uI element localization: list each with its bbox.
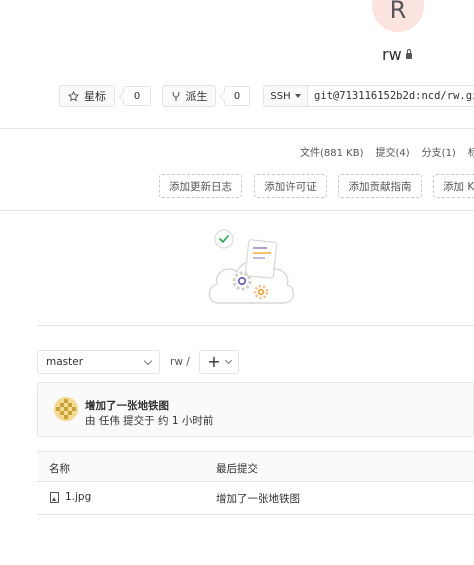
table-row[interactable]: 1.jpg 增加了一张地铁图 xyxy=(37,482,474,515)
stat-files[interactable]: 文件(881 KB) xyxy=(300,144,364,159)
avatar[interactable] xyxy=(54,397,78,421)
fork-label: 派生 xyxy=(185,90,208,103)
stat-tags[interactable]: 标 xyxy=(468,144,474,159)
clone-protocol-label: SSH xyxy=(270,90,291,102)
star-count-value: 0 xyxy=(133,90,141,102)
image-file-icon xyxy=(50,491,59,503)
branch-selector[interactable]: master xyxy=(37,350,160,374)
star-label: 星标 xyxy=(84,90,106,103)
add-license-button[interactable]: 添加许可证 xyxy=(254,174,327,198)
clone-protocol-dropdown[interactable]: SSH xyxy=(263,85,308,107)
commit-title[interactable]: 增加了一张地铁图 xyxy=(85,398,169,413)
project-avatar-letter: R xyxy=(389,0,407,24)
breadcrumb-repo[interactable]: rw xyxy=(170,356,183,368)
stat-commits[interactable]: 提交(4) xyxy=(376,144,410,159)
chevron-down-icon xyxy=(224,356,232,365)
table-header: 名称 最后提交 xyxy=(37,451,474,482)
breadcrumb: rw / xyxy=(170,356,190,368)
divider xyxy=(0,128,474,129)
file-name[interactable]: 1.jpg xyxy=(65,491,91,503)
file-name-cell[interactable]: 1.jpg xyxy=(50,491,91,503)
column-header-last-commit: 最后提交 xyxy=(216,463,258,475)
file-last-commit[interactable]: 增加了一张地铁图 xyxy=(216,491,300,506)
breadcrumb-separator: / xyxy=(186,356,190,368)
project-stats: 文件(881 KB) 提交(4) 分支(1) 标 xyxy=(300,144,474,159)
fork-count-value: 0 xyxy=(233,90,241,102)
empty-repo-illustration xyxy=(208,229,295,304)
star-count[interactable]: 0 xyxy=(123,86,151,106)
caret-down-icon xyxy=(294,94,301,98)
fork-count[interactable]: 0 xyxy=(224,86,250,106)
branch-name: master xyxy=(46,356,84,368)
add-changelog-button[interactable]: 添加更新日志 xyxy=(159,174,242,198)
add-k8s-button[interactable]: 添加 K xyxy=(433,174,474,198)
file-table: 名称 最后提交 1.jpg 增加了一张地铁图 xyxy=(37,451,474,515)
star-button[interactable]: 星标 xyxy=(59,85,115,107)
add-file-dropdown[interactable]: + xyxy=(199,350,239,374)
divider xyxy=(37,325,474,326)
last-commit-panel: 增加了一张地铁图 由 任伟 提交于 约 1 小时前 xyxy=(37,382,474,437)
chevron-down-icon xyxy=(143,356,153,365)
lock-icon xyxy=(405,48,412,59)
add-contributing-button[interactable]: 添加贡献指南 xyxy=(338,174,422,198)
fork-button[interactable]: 派生 xyxy=(162,85,216,107)
column-header-name: 名称 xyxy=(49,463,70,475)
project-avatar: R xyxy=(372,0,424,32)
star-icon xyxy=(68,90,79,101)
clone-url-field[interactable]: git@713116152b2d:ncd/rw.git xyxy=(307,85,474,107)
fork-icon xyxy=(172,91,179,101)
stat-branches[interactable]: 分支(1) xyxy=(422,144,456,159)
plus-icon: + xyxy=(207,352,221,371)
divider xyxy=(0,210,474,211)
project-name: rw xyxy=(382,45,402,64)
commit-meta: 由 任伟 提交于 约 1 小时前 xyxy=(85,415,214,427)
project-title: rw xyxy=(382,45,412,64)
